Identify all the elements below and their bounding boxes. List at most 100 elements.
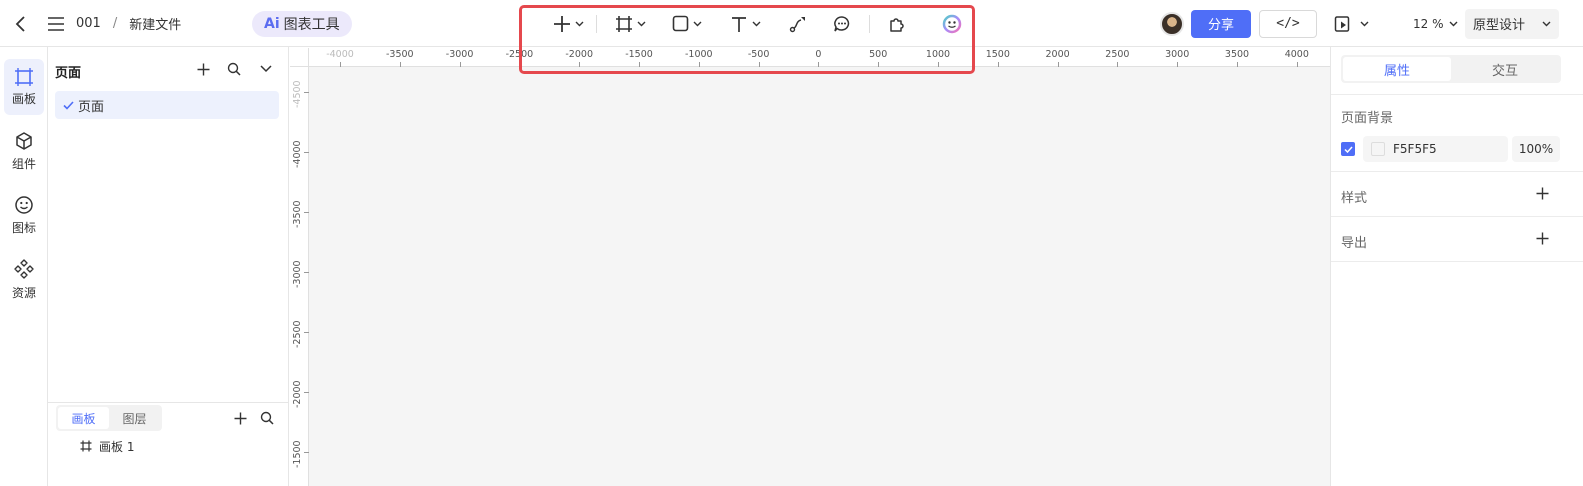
ruler-tick-label: 2500 — [1105, 49, 1130, 60]
background-color-value: F5F5F5 — [1393, 142, 1437, 156]
toolbar-divider — [596, 14, 597, 33]
background-color-field[interactable]: F5F5F5 — [1363, 136, 1508, 162]
chevron-down-icon — [693, 21, 702, 26]
zoom-value: 12 % — [1413, 16, 1444, 31]
add-style-button[interactable] — [1536, 187, 1552, 203]
rail-item-label: 画板 — [11, 91, 36, 106]
canvas[interactable]: -4000 -3500 -3000 -2500 -2000 -1500 -1000 -500 0… — [290, 48, 1330, 486]
comment-tool[interactable] — [827, 9, 857, 39]
ruler-tick — [639, 62, 640, 67]
rail-item-icons[interactable]: 图标 — [4, 187, 44, 243]
plus-icon — [1536, 187, 1549, 200]
ai-chart-tool-button[interactable]: Ai 图表工具 — [252, 10, 352, 37]
ruler-tick — [1057, 62, 1059, 67]
diamonds-icon — [14, 258, 34, 279]
chevron-down-icon — [1449, 21, 1457, 26]
ruler-tick — [938, 62, 939, 67]
collapse-pages-button[interactable] — [258, 61, 274, 77]
ruler-tick — [304, 272, 309, 273]
section-divider — [1331, 261, 1583, 262]
ruler-tick — [399, 62, 401, 67]
ruler-tick — [304, 392, 309, 393]
pen-tool[interactable] — [783, 9, 813, 39]
mode-area: 原型设计 — [1465, 0, 1559, 47]
artboard-icon — [15, 67, 33, 86]
panel-divider — [48, 402, 288, 403]
tab-layers[interactable]: 图层 — [109, 407, 160, 429]
ruler-tick-label: -1500 — [292, 440, 303, 468]
page-item[interactable]: 页面 — [55, 91, 279, 119]
preview-button[interactable] — [1334, 15, 1369, 33]
ruler-tick — [818, 62, 820, 67]
plugin-tool[interactable] — [882, 9, 912, 39]
ruler-tick-label: 500 — [869, 49, 888, 60]
search-pages-button[interactable] — [226, 61, 242, 77]
breadcrumb-file[interactable]: 新建文件 — [129, 14, 181, 33]
insert-tool[interactable] — [547, 9, 590, 39]
ruler-tick — [758, 62, 760, 67]
mode-select[interactable]: 原型设计 — [1465, 8, 1559, 39]
comment-icon — [834, 15, 850, 31]
menu-icon[interactable] — [46, 0, 66, 47]
background-opacity-field[interactable]: 100% — [1512, 136, 1560, 162]
frame-tool[interactable] — [609, 9, 652, 39]
add-export-button[interactable] — [1536, 232, 1552, 248]
back-icon[interactable] — [12, 0, 30, 47]
pages-panel: 页面 页面 画板 图层 画板 1 — [48, 47, 289, 486]
cube-icon — [16, 131, 32, 150]
ruler-tick — [579, 62, 581, 67]
ruler-tick-label: 4000 — [1284, 49, 1309, 60]
zoom-control[interactable]: 12 % — [1413, 0, 1458, 47]
pages-title: 页面 — [55, 66, 82, 81]
plus-icon — [197, 63, 209, 75]
properties-panel: 属性 交互 页面背景 F5F5F5 100% 样式 导出 — [1330, 47, 1583, 486]
ruler-tick-label: 2000 — [1045, 49, 1070, 60]
chevron-down-icon — [575, 21, 584, 26]
artboard-item[interactable]: 画板 1 — [80, 436, 134, 456]
add-artboard-button[interactable] — [232, 410, 248, 426]
ruler-tick-label: -1000 — [684, 49, 713, 60]
ruler-tick-label: 1000 — [925, 49, 951, 60]
mode-value: 原型设计 — [1473, 18, 1526, 33]
chevron-down-icon — [637, 21, 646, 26]
ruler-tick-label: -3000 — [292, 260, 303, 288]
ruler-tick — [1177, 62, 1179, 67]
text-tool[interactable] — [724, 9, 767, 39]
ruler-tick — [1296, 62, 1298, 67]
code-view-button[interactable]: </> — [1259, 9, 1317, 38]
export-section-label: 导出 — [1341, 236, 1368, 251]
ruler-tick-label: -3000 — [445, 49, 474, 60]
plus-icon — [554, 15, 570, 32]
ruler-tick — [304, 332, 309, 333]
breadcrumb-project[interactable]: 001 — [76, 16, 101, 31]
plus-icon — [234, 412, 246, 424]
tab-interactions[interactable]: 交互 — [1451, 57, 1559, 81]
toolbar-divider — [869, 14, 870, 33]
color-swatch[interactable] — [1371, 142, 1385, 156]
ruler-tick-label: -4000 — [326, 49, 354, 60]
code-area: </> — [1259, 0, 1317, 47]
style-section-label: 样式 — [1341, 191, 1368, 206]
ruler-tick — [304, 152, 309, 153]
tab-properties[interactable]: 属性 — [1343, 57, 1451, 81]
rail-item-artboard[interactable]: 画板 — [4, 59, 44, 115]
tab-artboards[interactable]: 画板 — [58, 407, 109, 429]
ai-assistant-tool[interactable] — [936, 9, 968, 39]
rail-item-components[interactable]: 组件 — [4, 123, 44, 179]
ruler-tick-label: 1500 — [985, 49, 1010, 60]
add-page-button[interactable] — [195, 61, 211, 77]
ruler-tick-label: -4500 — [292, 80, 303, 108]
share-button[interactable]: 分享 — [1191, 9, 1251, 38]
chevron-down-icon — [1360, 21, 1369, 26]
avatar[interactable] — [1160, 11, 1184, 36]
shape-tool[interactable] — [666, 9, 708, 39]
background-checkbox[interactable] — [1341, 142, 1355, 156]
pen-icon — [789, 16, 805, 32]
rail-item-resources[interactable]: 资源 — [4, 251, 44, 307]
ai-mark: Ai — [264, 15, 280, 32]
search-artboards-button[interactable] — [259, 410, 275, 426]
ruler-tick — [997, 62, 999, 67]
ruler-tick — [519, 62, 521, 67]
ruler-tick — [340, 62, 341, 67]
artboard-item-label: 画板 1 — [99, 439, 135, 454]
